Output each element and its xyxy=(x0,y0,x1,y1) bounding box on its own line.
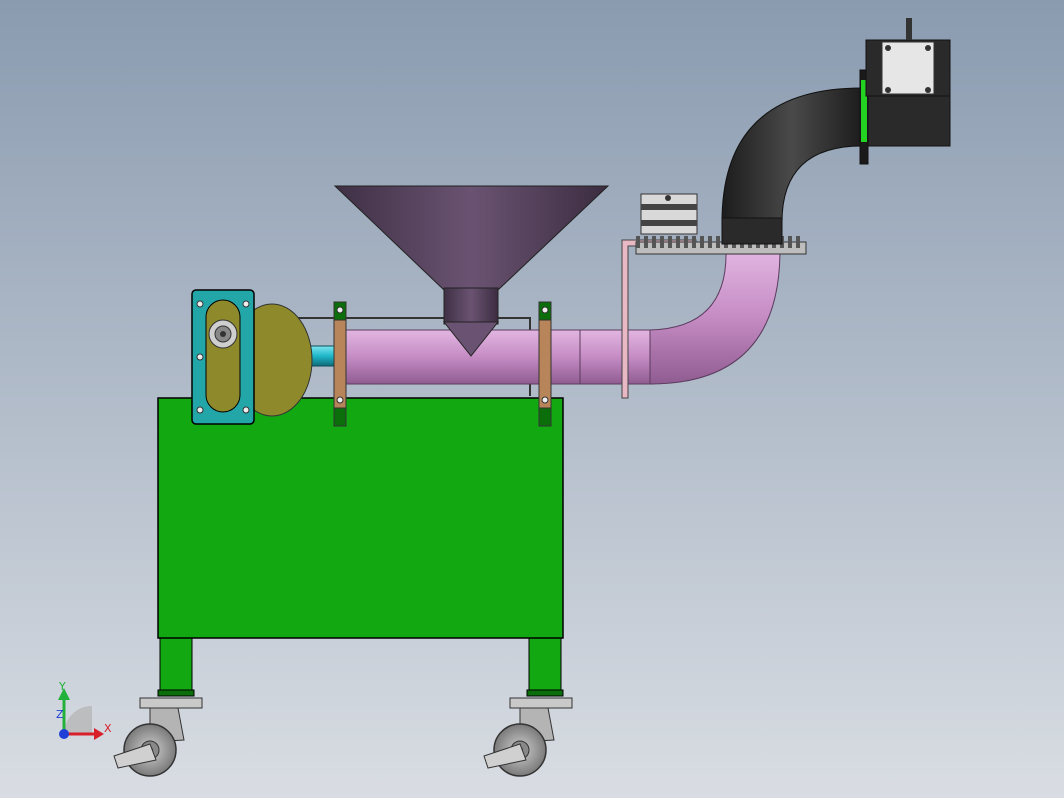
triad-z-label: Z xyxy=(56,708,64,721)
bearing-housing xyxy=(191,289,255,425)
machine-frame xyxy=(157,397,564,639)
stepper-motor-small xyxy=(640,193,698,235)
cad-viewport[interactable]: Y X Z xyxy=(0,0,1064,798)
barrel-clamp-left xyxy=(333,301,347,427)
extruder-barrel xyxy=(337,329,655,385)
barrel-clamp-right xyxy=(538,301,552,427)
cad-model-view: Y X Z xyxy=(0,0,1064,798)
triad-x-label: X xyxy=(104,722,112,735)
triad-y-label: Y xyxy=(58,680,66,693)
